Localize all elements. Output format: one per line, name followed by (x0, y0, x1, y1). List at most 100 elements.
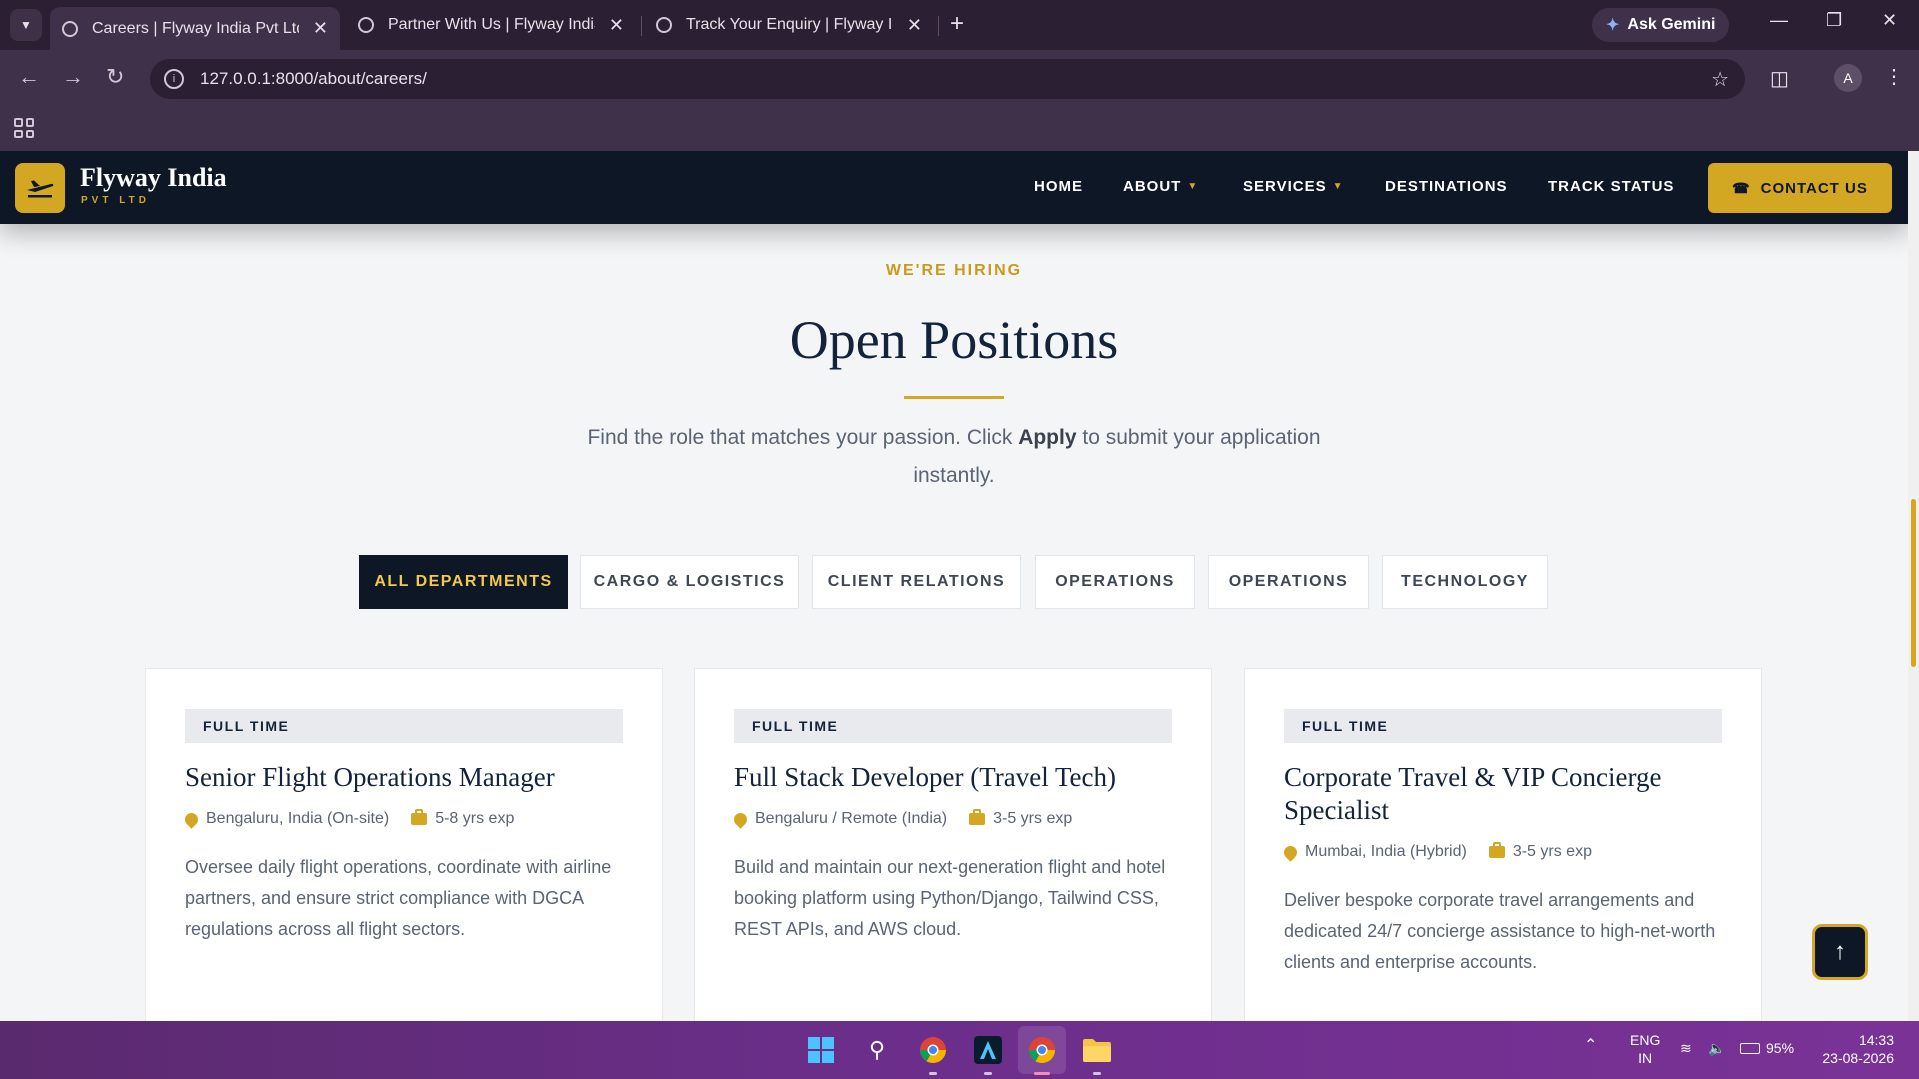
filter-operations[interactable]: OPERATIONS (1035, 555, 1195, 609)
job-meta: Bengaluru, India (On-site) 5-8 yrs exp (182, 809, 514, 829)
job-location: Bengaluru / Remote (India) (755, 810, 948, 827)
nav-destinations[interactable]: DESTINATIONS (1385, 178, 1508, 195)
nav-label: ABOUT (1123, 178, 1182, 195)
job-type-badge: FULL TIME (734, 709, 1172, 743)
filter-client-relations[interactable]: CLIENT RELATIONS (812, 555, 1021, 609)
site-info-icon[interactable]: i (164, 69, 184, 89)
job-description: Deliver bespoke corporate travel arrange… (1284, 890, 1716, 972)
scrollbar-thumb[interactable] (1911, 499, 1916, 667)
location-pin-icon (731, 809, 750, 829)
reload-button[interactable]: ↻ (106, 64, 124, 90)
job-card[interactable]: FULL TIME Senior Flight Operations Manag… (145, 668, 663, 1021)
close-icon[interactable]: ✕ (609, 15, 624, 36)
job-card[interactable]: FULL TIME Corporate Travel & VIP Concier… (1244, 668, 1762, 1021)
app-a-icon[interactable] (973, 1035, 1003, 1065)
region-code: IN (1638, 1050, 1653, 1066)
chrome-icon[interactable] (918, 1035, 948, 1065)
plane-logo-icon[interactable] (15, 163, 65, 213)
browser-tab-partner[interactable]: Partner With Us | Flyway India ✕ (346, 7, 636, 43)
job-title[interactable]: Corporate Travel & VIP Concierge Special… (1284, 761, 1724, 827)
battery-icon (1740, 1042, 1760, 1054)
location-pin-icon (182, 809, 201, 829)
job-meta: Mumbai, India (Hybrid) 3-5 yrs exp (1281, 842, 1592, 862)
contact-label: CONTACT US (1760, 179, 1868, 197)
windows-start-icon[interactable] (806, 1035, 836, 1065)
briefcase-icon (1488, 842, 1505, 858)
globe-icon (656, 17, 672, 33)
browser-tab-careers[interactable]: Careers | Flyway India Pvt Ltd ✕ (50, 7, 340, 50)
job-title[interactable]: Senior Flight Operations Manager (185, 761, 625, 794)
active-indicator (1034, 1072, 1050, 1075)
forward-button[interactable]: → (62, 64, 84, 90)
extensions-icon[interactable]: ◫ (1770, 66, 1789, 91)
url-text: 127.0.0.1:8000/about/careers/ (200, 69, 427, 88)
address-bar[interactable]: i 127.0.0.1:8000/about/careers/ ☆ (150, 59, 1745, 99)
nav-services[interactable]: SERVICES ▼ (1243, 178, 1344, 195)
volume-icon[interactable]: 🔈 (1708, 1039, 1725, 1057)
nav-home[interactable]: HOME (1034, 178, 1083, 195)
minimize-button[interactable]: — (1770, 10, 1788, 31)
battery-status[interactable]: 95% (1740, 1039, 1794, 1057)
brand-name[interactable]: Flyway India (80, 163, 227, 193)
battery-percent: 95% (1766, 1040, 1795, 1056)
tab-title: Careers | Flyway India Pvt Ltd (92, 19, 299, 37)
bookmark-star-icon[interactable]: ☆ (1711, 67, 1729, 92)
contact-us-button[interactable]: ☎ CONTACT US (1708, 163, 1892, 213)
job-type-badge: FULL TIME (185, 709, 623, 743)
profile-avatar[interactable]: A (1834, 64, 1862, 92)
gemini-label: Ask Gemini (1627, 16, 1716, 33)
close-icon[interactable]: ✕ (907, 15, 922, 36)
chevron-down-icon: ▼ (20, 18, 32, 32)
department-filters: ALL DEPARTMENTS CARGO & LOGISTICS CLIENT… (0, 555, 1908, 609)
search-icon[interactable]: ⚲ (862, 1035, 892, 1065)
tab-title: Track Your Enquiry | Flyway India (686, 16, 893, 33)
job-type-badge: FULL TIME (1284, 709, 1722, 743)
globe-icon (62, 20, 78, 37)
chevron-up-icon[interactable]: ⌃ (1584, 1037, 1597, 1055)
back-to-top-button[interactable]: ↑ (1812, 924, 1868, 980)
job-experience: 3-5 yrs exp (993, 810, 1073, 827)
filter-operations-2[interactable]: OPERATIONS (1208, 555, 1369, 609)
lead-text: Find the role that matches your passion.… (587, 426, 1019, 449)
nav-track-status[interactable]: TRACK STATUS (1548, 178, 1674, 195)
language-code: ENG (1630, 1032, 1661, 1048)
job-card[interactable]: FULL TIME Full Stack Developer (Travel T… (694, 668, 1212, 1021)
nav-label: HOME (1034, 178, 1083, 195)
job-meta: Bengaluru / Remote (India) 3-5 yrs exp (731, 809, 1073, 829)
globe-icon (358, 17, 374, 33)
sparkle-icon: ✦ (1606, 17, 1620, 34)
browser-tab-track[interactable]: Track Your Enquiry | Flyway India ✕ (644, 7, 934, 43)
clock[interactable]: 14:33 23-08-2026 (1818, 1031, 1894, 1067)
nav-about[interactable]: ABOUT ▼ (1123, 178, 1198, 195)
wifi-icon[interactable]: ≋ (1680, 1039, 1692, 1057)
filter-cargo-logistics[interactable]: CARGO & LOGISTICS (580, 555, 799, 609)
ask-gemini-button[interactable]: ✦ Ask Gemini (1592, 8, 1730, 42)
filter-technology[interactable]: TECHNOLOGY (1382, 555, 1548, 609)
page-scrollbar[interactable] (1908, 151, 1919, 1021)
location-pin-icon (1281, 842, 1300, 862)
chrome-profile-icon[interactable] (1027, 1035, 1057, 1065)
briefcase-icon (969, 809, 986, 825)
tab-divider (938, 16, 939, 36)
browser-menu-icon[interactable]: ⋮ (1884, 64, 1904, 89)
clock-date: 23-08-2026 (1822, 1050, 1894, 1066)
new-tab-button[interactable]: + (950, 10, 964, 38)
apps-grid-icon[interactable] (14, 118, 34, 138)
brand-subtitle: PVT LTD (81, 195, 150, 206)
file-explorer-icon[interactable] (1082, 1035, 1112, 1065)
restore-button[interactable]: ❐ (1826, 10, 1842, 31)
tab-title: Partner With Us | Flyway India (388, 16, 595, 33)
close-icon[interactable]: ✕ (313, 18, 328, 39)
close-window-button[interactable]: ✕ (1882, 10, 1897, 31)
back-button[interactable]: ← (18, 64, 40, 90)
tab-search-button[interactable]: ▼ (10, 9, 42, 41)
address-toolbar: ← → ↻ i 127.0.0.1:8000/about/careers/ ☆ … (0, 50, 1919, 107)
job-title[interactable]: Full Stack Developer (Travel Tech) (734, 761, 1174, 794)
site-navbar: Flyway India PVT LTD HOME ABOUT ▼ SERVIC… (0, 151, 1908, 224)
nav-label: DESTINATIONS (1385, 178, 1508, 195)
briefcase-icon (411, 809, 428, 825)
running-indicator (984, 1072, 992, 1075)
page-viewport: Flyway India PVT LTD HOME ABOUT ▼ SERVIC… (0, 151, 1908, 1021)
language-indicator[interactable]: ENG IN (1630, 1031, 1660, 1067)
filter-all-departments[interactable]: ALL DEPARTMENTS (359, 555, 568, 609)
